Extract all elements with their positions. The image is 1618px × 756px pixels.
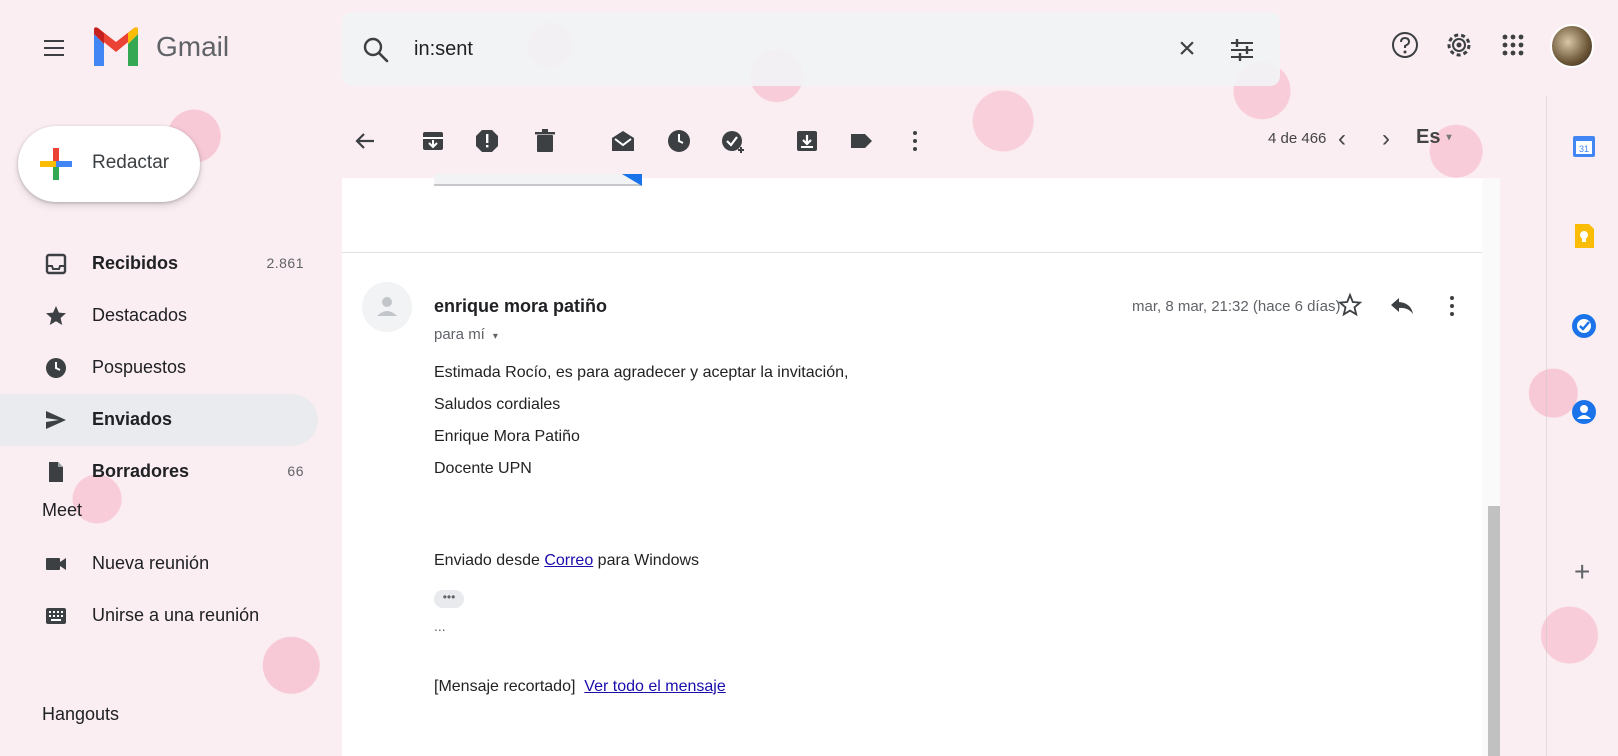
older-button[interactable]: › [1372, 124, 1400, 154]
sidebar-item-starred[interactable]: Destacados [0, 290, 318, 342]
gmail-window: Gmail × [0, 0, 1618, 756]
message-more-icon[interactable] [1438, 292, 1466, 320]
pagination-text: 4 de 466 [1268, 130, 1327, 147]
help-icon[interactable] [1390, 30, 1420, 60]
hangouts-section-title: Hangouts [42, 704, 120, 724]
clear-search-button[interactable]: × [1172, 34, 1202, 64]
sidebar-item-sent[interactable]: Enviados [0, 394, 318, 446]
body-line: Saludos cordiales [434, 396, 561, 413]
sidebar-item-drafts[interactable]: Borradores 66 [0, 446, 318, 498]
menu-bar [44, 47, 64, 49]
message-date: mar, 8 mar, 21:32 (hace 6 días) [1132, 298, 1341, 315]
clipped-message-line: [Mensaje recortado] Ver todo el mensaje [434, 678, 726, 696]
thread-divider [342, 252, 1482, 253]
unread-count: 2.861 [266, 255, 304, 271]
message-toolbar: 4 de 466 ‹ › Es ▾ [342, 112, 1500, 170]
input-tools-button[interactable]: Es ▾ [1416, 126, 1466, 156]
delete-trash-icon[interactable] [532, 128, 558, 154]
mail-app-link[interactable]: Correo [544, 552, 593, 569]
recipient-details[interactable]: para mí ▾ [434, 326, 498, 343]
clock-icon [46, 358, 66, 378]
body-line: Docente UPN [434, 460, 532, 477]
draft-count: 66 [287, 463, 304, 479]
gmail-logo-icon[interactable] [90, 24, 142, 70]
account-avatar[interactable] [1550, 24, 1594, 68]
contacts-icon[interactable] [1570, 398, 1598, 426]
sidebar-item-label: Enviados [92, 409, 173, 429]
message-panel: enrique mora patiño para mí ▾ mar, 8 mar,… [342, 174, 1500, 756]
search-icon[interactable] [362, 36, 390, 64]
sent-from-line: Enviado desde Correo para Windows [434, 552, 699, 570]
meet-section-title: Meet [42, 500, 83, 520]
sidebar-item-label: Borradores [92, 461, 190, 481]
body-line: Estimada Rocío, es para agradecer y acep… [434, 364, 849, 381]
sidebar-nav: Recibidos 2.861 Destacados Pospuestos En… [0, 238, 330, 498]
previous-message-chip[interactable] [434, 174, 642, 186]
chevron-down-icon: ▾ [1446, 132, 1452, 144]
label-tag-icon[interactable] [848, 128, 874, 154]
recipient-label: para mí [434, 326, 485, 343]
report-spam-icon[interactable] [474, 128, 500, 154]
trimmed-ellipsis: ... [434, 618, 446, 634]
compose-plus-icon [40, 148, 72, 180]
mark-unread-icon[interactable] [610, 128, 636, 154]
join-meeting-item[interactable]: Unirse a una reunión [0, 590, 318, 642]
scrollbar-thumb[interactable] [1488, 506, 1500, 756]
sidebar-item-label: Recibidos [92, 253, 179, 273]
settings-gear-icon[interactable] [1444, 30, 1474, 60]
keyboard-icon [46, 608, 66, 624]
apps-grid-icon[interactable] [1498, 30, 1528, 60]
get-addons-plus-icon[interactable]: + [1574, 556, 1590, 588]
newer-button[interactable]: ‹ [1328, 124, 1356, 154]
join-meeting-label: Unirse a una reunión [92, 605, 260, 625]
keep-icon[interactable] [1570, 222, 1598, 250]
search-input[interactable] [414, 30, 1114, 68]
send-icon [46, 411, 66, 429]
sidebar-item-label: Pospuestos [92, 357, 187, 377]
top-header: Gmail × [0, 0, 1618, 96]
new-meeting-label: Nueva reunión [92, 553, 210, 573]
star-icon [46, 306, 66, 325]
body-line: Enrique Mora Patiño [434, 428, 580, 445]
sent-from-suffix: para Windows [593, 552, 700, 569]
back-arrow-icon[interactable] [352, 128, 378, 154]
menu-bar [44, 40, 64, 42]
new-meeting-item[interactable]: Nueva reunión [0, 538, 318, 590]
main-menu-button[interactable] [34, 28, 74, 68]
sidebar-item-inbox[interactable]: Recibidos 2.861 [0, 238, 318, 290]
star-outline-icon[interactable] [1336, 292, 1364, 320]
more-options-icon[interactable] [902, 128, 928, 154]
svg-text:31: 31 [1579, 144, 1589, 154]
side-panel-divider [1546, 96, 1547, 756]
reply-arrow-icon[interactable] [1388, 292, 1416, 320]
sidebar-item-label: Destacados [92, 305, 188, 325]
sidebar-item-snoozed[interactable]: Pospuestos [0, 342, 318, 394]
move-to-icon[interactable] [794, 128, 820, 154]
compose-button[interactable]: Redactar [18, 126, 200, 202]
tasks-icon[interactable] [1570, 312, 1598, 340]
sender-name[interactable]: enrique mora patiño [434, 296, 607, 317]
chevron-down-icon: ▾ [492, 331, 498, 342]
inbox-icon [45, 253, 67, 275]
draft-icon [49, 462, 63, 482]
search-options-icon[interactable] [1228, 36, 1256, 64]
video-icon [46, 558, 66, 570]
snooze-clock-icon[interactable] [666, 128, 692, 154]
add-to-tasks-icon[interactable] [720, 128, 746, 154]
hangouts-contact-row[interactable] [44, 736, 304, 756]
show-trimmed-content-button[interactable]: ••• [434, 590, 464, 608]
view-entire-message-link[interactable]: Ver todo el mensaje [584, 678, 725, 695]
clipped-label: [Mensaje recortado] [434, 678, 576, 695]
sender-avatar-icon [362, 282, 412, 332]
menu-bar [44, 54, 64, 56]
compose-label: Redactar [92, 152, 170, 173]
language-label: Es [1416, 126, 1441, 148]
calendar-icon[interactable]: 31 [1570, 132, 1598, 160]
sent-from-prefix: Enviado desde [434, 552, 545, 569]
search-bar: × [342, 12, 1280, 86]
archive-icon[interactable] [420, 128, 446, 154]
app-name: Gmail [156, 31, 230, 62]
